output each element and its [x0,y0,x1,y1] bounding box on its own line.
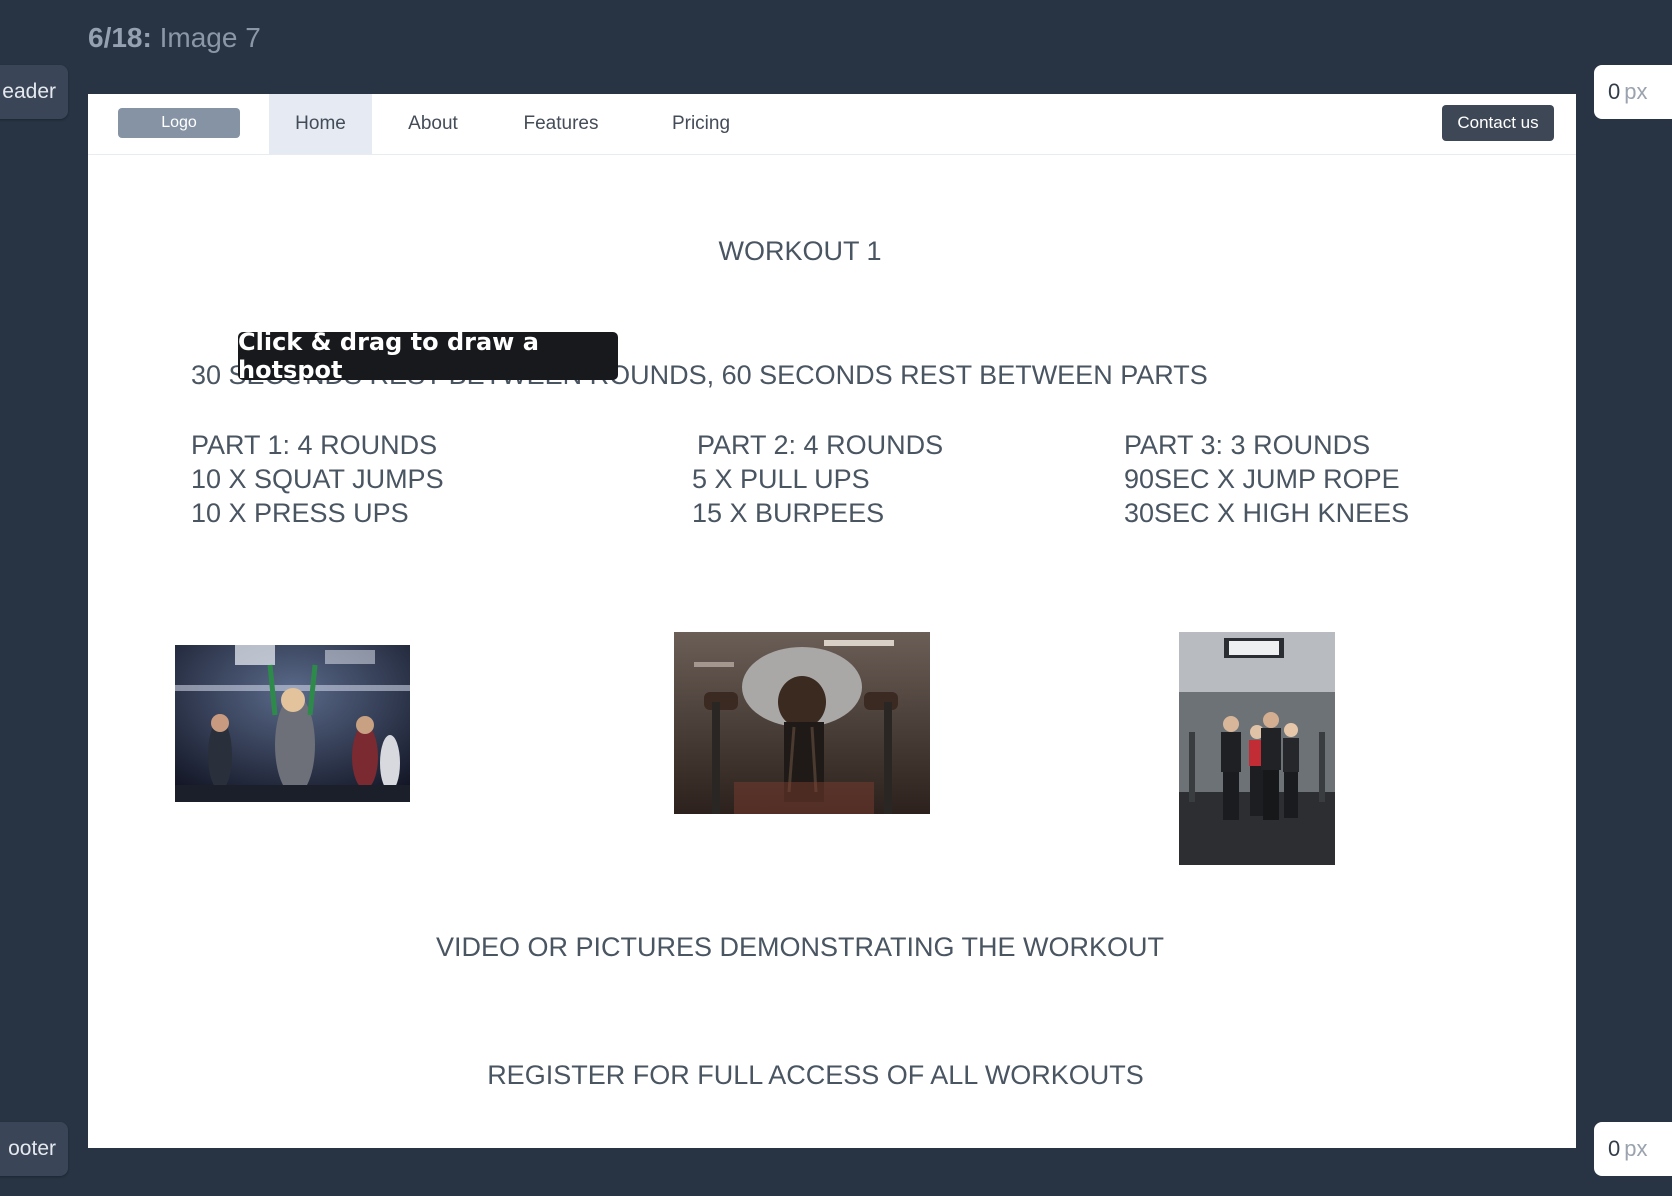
footer-tab[interactable]: ooter [0,1122,68,1176]
footer-height-value: 0 [1608,1136,1621,1161]
nav-item-about[interactable]: About [388,94,478,154]
hotspot-tooltip: Click & drag to draw a hotspot [238,328,618,384]
part-3-heading: PART 3: 3 ROUNDS [1124,430,1371,460]
register-text: REGISTER FOR FULL ACCESS OF ALL WORKOUTS [487,1060,1144,1090]
nav-item-home[interactable]: Home [269,94,372,154]
part-2-block: PART 2: 4 ROUNDS 5 X PULL UPS 15 X BURPE… [692,428,943,530]
footer-height-unit: px [1624,1136,1648,1161]
contact-button[interactable]: Contact us [1442,105,1554,141]
part-2-line-2: 15 X BURPEES [692,498,885,528]
header-height-value: 0 [1608,79,1621,104]
part-1-block: PART 1: 4 ROUNDS 10 X SQUAT JUMPS 10 X P… [191,428,444,530]
workout-title: WORKOUT 1 [718,236,882,266]
page-preview[interactable]: Logo Home About Features Pricing Contact… [88,94,1576,1148]
part-3-line-1: 90SEC X JUMP ROPE [1124,464,1400,494]
part-3-block: PART 3: 3 ROUNDS 90SEC X JUMP ROPE 30SEC… [1124,428,1409,530]
part-2-heading: PART 2: 4 ROUNDS [697,430,944,460]
footer-height-input[interactable]: 0 px [1594,1122,1672,1176]
workout-photo-bands [175,645,410,802]
header-height-unit: px [1624,79,1648,104]
image-name: Image 7 [159,22,261,53]
header-height-input[interactable]: 0 px [1594,65,1672,119]
nav-item-features[interactable]: Features [506,94,616,154]
image-title: 6/18: Image 7 [88,22,261,54]
part-1-heading: PART 1: 4 ROUNDS [191,430,438,460]
demo-caption: VIDEO OR PICTURES DEMONSTRATING THE WORK… [435,932,1165,962]
site-navbar: Logo Home About Features Pricing Contact… [88,94,1576,155]
part-2-line-1: 5 X PULL UPS [692,464,870,494]
workout-photo-group [1179,632,1335,865]
header-tab[interactable]: eader [0,65,68,119]
workout-photo-sled [674,632,930,814]
image-counter: 6/18: [88,22,152,53]
part-1-line-1: 10 X SQUAT JUMPS [191,464,444,494]
part-1-line-2: 10 X PRESS UPS [191,498,409,528]
part-3-line-2: 30SEC X HIGH KNEES [1124,498,1410,528]
nav-item-pricing[interactable]: Pricing [648,94,754,154]
site-logo[interactable]: Logo [118,108,240,138]
